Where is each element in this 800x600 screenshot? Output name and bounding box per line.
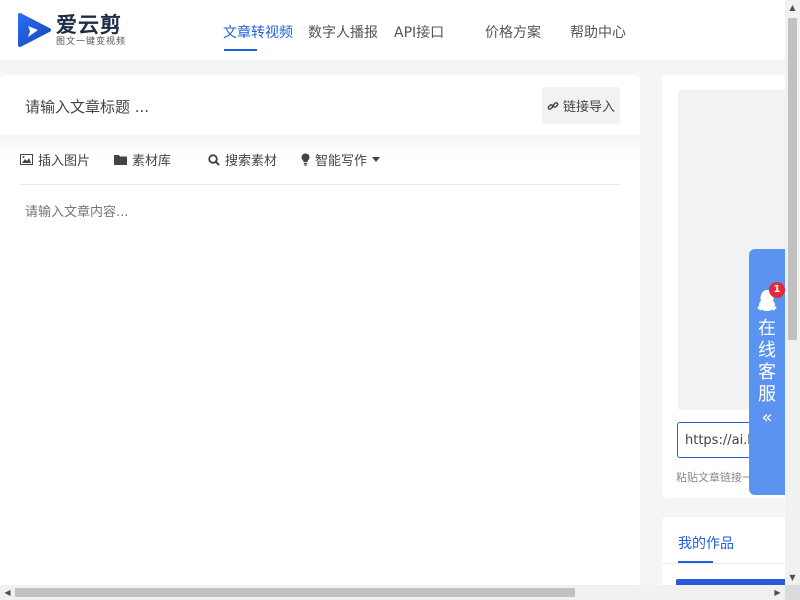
brand-tagline: 图文一键变视频: [56, 36, 127, 47]
lightbulb-icon: [301, 153, 310, 166]
scrollbar-corner: [785, 585, 800, 600]
smart-writing-label: 智能写作: [315, 154, 368, 169]
service-char: 客: [758, 362, 776, 383]
nav-item-help[interactable]: 帮助中心: [570, 22, 626, 42]
scroll-left-arrow-icon[interactable]: ◀: [0, 585, 15, 600]
search-icon: [208, 153, 220, 166]
link-import-button[interactable]: 链接导入: [542, 87, 620, 124]
nav-item-digital-human[interactable]: 数字人播报: [308, 22, 378, 42]
smart-writing-dropdown[interactable]: 智能写作: [301, 150, 381, 169]
search-material-tool[interactable]: 搜索素材: [208, 150, 277, 169]
tab-my-works[interactable]: 我的作品: [678, 533, 734, 553]
service-char: 服: [758, 384, 776, 405]
online-service-widget[interactable]: 1 在 线 客 服 «: [749, 249, 785, 495]
service-char: 线: [758, 340, 776, 361]
article-content-editor[interactable]: [20, 193, 620, 573]
nav-item-article-to-video[interactable]: 文章转视频: [223, 22, 293, 42]
insert-image-tool[interactable]: 插入图片: [20, 150, 90, 169]
nav-item-pricing[interactable]: 价格方案: [485, 22, 541, 42]
scroll-right-arrow-icon[interactable]: ▶: [770, 585, 785, 600]
article-title-input[interactable]: 请输入文章标题 ...: [25, 96, 149, 117]
brand-name: 爱云剪: [56, 12, 122, 37]
vertical-scroll-thumb[interactable]: [788, 18, 797, 340]
brand-logo[interactable]: 爱云剪 图文一键变视频: [16, 12, 126, 48]
material-library-label: 素材库: [132, 154, 172, 169]
folder-icon: [114, 155, 127, 165]
tab-separator: [662, 563, 800, 564]
scroll-down-arrow-icon[interactable]: ▼: [785, 570, 800, 585]
double-chevron-left-icon[interactable]: «: [749, 407, 785, 428]
service-badge: 1: [769, 282, 785, 298]
editor-title-bar: 请输入文章标题 ... 链接导入: [0, 75, 640, 135]
material-library-tool[interactable]: 素材库: [114, 150, 171, 169]
insert-image-label: 插入图片: [38, 154, 91, 169]
link-icon: [547, 101, 559, 110]
top-header: 爱云剪 图文一键变视频 文章转视频 数字人播报 API接口 价格方案 帮助中心: [0, 0, 785, 60]
link-import-label: 链接导入: [562, 100, 615, 115]
scroll-up-arrow-icon[interactable]: ▲: [785, 0, 800, 15]
horizontal-scrollbar[interactable]: ◀ ▶: [0, 585, 785, 600]
vertical-scrollbar[interactable]: ▲ ▼: [785, 0, 800, 585]
service-char: 在: [758, 318, 776, 339]
nav-item-api[interactable]: API接口: [394, 22, 444, 42]
nav-active-indicator: [224, 49, 257, 51]
caret-down-icon: [372, 157, 381, 162]
play-logo-icon: [18, 13, 51, 47]
horizontal-scroll-thumb[interactable]: [15, 588, 575, 597]
toolbar-divider: [20, 184, 620, 185]
editor-card: 请输入文章标题 ... 链接导入 插入图片 素材库 搜索素材 智能写作 请输入文…: [0, 75, 640, 587]
service-label: 在 线 客 服: [749, 318, 785, 406]
search-material-label: 搜索素材: [225, 154, 278, 169]
image-icon: [20, 154, 33, 165]
